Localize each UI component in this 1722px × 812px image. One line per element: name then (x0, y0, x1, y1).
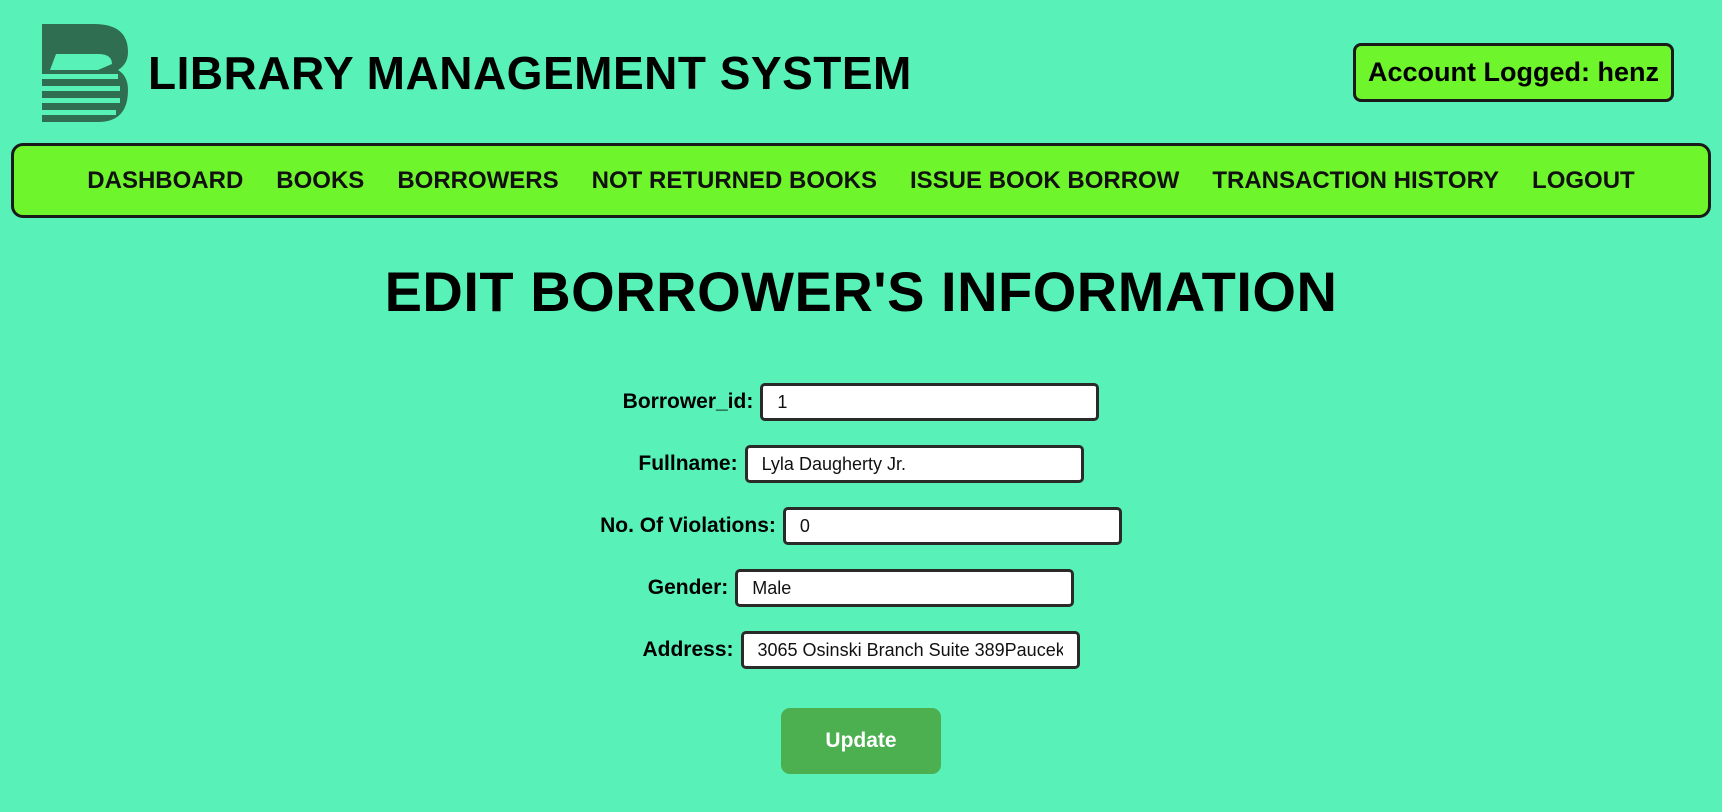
account-status-badge: Account Logged: henz (1353, 43, 1674, 102)
form-row-fullname: Fullname: (0, 444, 1722, 484)
nav-item-transaction-history[interactable]: TRANSACTION HISTORY (1196, 167, 1516, 195)
book-stack-logo-icon (42, 24, 128, 122)
gender-label: Gender: (647, 576, 729, 599)
borrower-id-field[interactable] (760, 383, 1100, 421)
header: LIBRARY MANAGEMENT SYSTEM Account Logged… (0, 0, 1722, 140)
nav-item-not-returned-books[interactable]: NOT RETURNED BOOKS (575, 167, 893, 195)
nav-item-issue-book-borrow[interactable]: ISSUE BOOK BORROW (894, 167, 1196, 195)
update-button[interactable]: Update (781, 708, 941, 774)
nav-item-borrowers[interactable]: BORROWERS (381, 167, 575, 195)
fullname-label: Fullname: (638, 452, 738, 475)
address-field[interactable] (740, 631, 1080, 669)
form-row-address: Address: (0, 630, 1722, 670)
borrower-id-label: Borrower_id: (622, 390, 754, 413)
edit-borrower-form: Borrower_id: Fullname: No. Of Violations… (0, 382, 1722, 692)
gender-field[interactable] (735, 569, 1075, 607)
violations-label: No. Of Violations: (600, 514, 776, 537)
page-title: EDIT BORROWER'S INFORMATION (384, 260, 1338, 323)
form-row-violations: No. Of Violations: (0, 506, 1722, 546)
nav-item-logout[interactable]: LOGOUT (1516, 167, 1652, 195)
fullname-field[interactable] (744, 445, 1084, 483)
nav-item-dashboard[interactable]: DASHBOARD (71, 167, 260, 195)
app-title: LIBRARY MANAGEMENT SYSTEM (148, 47, 912, 99)
violations-field[interactable] (782, 507, 1122, 545)
nav-item-books[interactable]: BOOKS (260, 167, 381, 195)
form-row-gender: Gender: (0, 568, 1722, 608)
main-nav: DASHBOARD BOOKS BORROWERS NOT RETURNED B… (11, 143, 1711, 218)
address-label: Address: (642, 638, 734, 661)
form-row-borrower-id: Borrower_id: (0, 382, 1722, 422)
